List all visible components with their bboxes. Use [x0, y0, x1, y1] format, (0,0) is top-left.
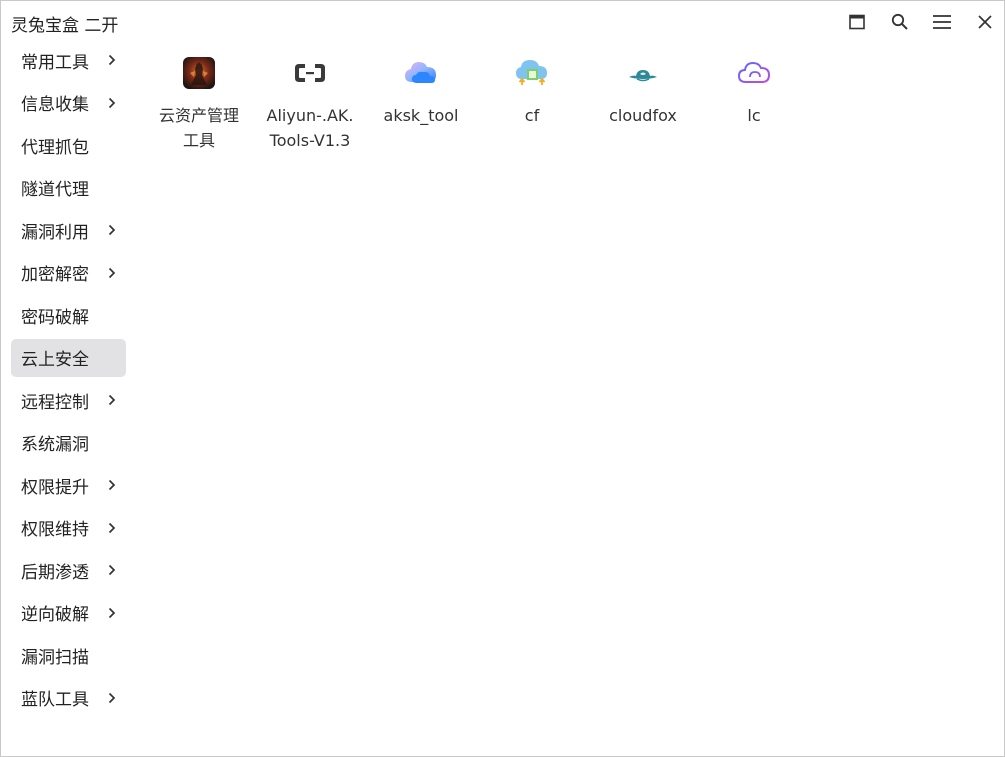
sidebar-item[interactable]: 漏洞扫描 [11, 636, 126, 674]
sidebar-item[interactable]: 漏洞利用 [11, 211, 126, 249]
maximize-button[interactable] [843, 9, 871, 35]
sidebar-item-label: 常用工具 [21, 52, 89, 73]
sidebar-item-label: 信息收集 [21, 95, 89, 115]
sidebar-item[interactable]: 隧道代理 [11, 169, 126, 207]
chevron-right-icon [108, 564, 116, 576]
aliyun-logo-icon [295, 64, 325, 82]
chevron-right-icon [108, 479, 116, 491]
fox-cloud-icon [629, 70, 657, 82]
sidebar-item-label: 远程控制 [21, 392, 89, 413]
sidebar-item[interactable]: 密码破解 [11, 296, 126, 334]
app-item-lc[interactable]: lc [699, 49, 809, 128]
sidebar-item[interactable]: 系统漏洞 [11, 424, 126, 462]
app-label: Aliyun-.AK.Tools-V1.3 [266, 106, 354, 150]
sidebar-item[interactable]: 信息收集 [11, 84, 126, 122]
maximize-icon [849, 14, 865, 30]
sidebar-item-label: 系统漏洞 [21, 435, 89, 455]
titlebar: 灵兔宝盒 二开 [1, 1, 1004, 43]
sidebar-item-label: 逆向破解 [21, 605, 89, 625]
app-item-cloudfox[interactable]: cloudfox [588, 49, 698, 128]
sidebar-item-label: 代理抓包 [21, 137, 89, 158]
sidebar-item-label: 蓝队工具 [21, 690, 89, 710]
window-title: 灵兔宝盒 二开 [11, 16, 119, 36]
sidebar-item-label: 漏洞利用 [21, 222, 89, 243]
search-button[interactable] [886, 9, 914, 35]
chevron-right-icon [108, 394, 116, 406]
sidebar-item[interactable]: 逆向破解 [11, 594, 126, 632]
app-label: cloudfox [609, 106, 677, 125]
sidebar-item[interactable]: 蓝队工具 [11, 679, 126, 717]
sidebar-item-label: 漏洞扫描 [21, 647, 89, 668]
sidebar-item-label: 后期渗透 [21, 562, 89, 583]
sidebar-item[interactable]: 常用工具 [11, 41, 126, 79]
search-icon [891, 13, 908, 30]
sidebar-item-label: 云上安全 [21, 350, 89, 370]
app-item-cf[interactable]: cf [477, 49, 587, 128]
chevron-right-icon [108, 97, 116, 108]
sidebar-item[interactable]: 代理抓包 [11, 126, 126, 164]
app-label: lc [747, 106, 761, 125]
sidebar-item-label: 密码破解 [21, 307, 89, 328]
cloud-icon [405, 62, 436, 83]
chevron-right-icon [108, 267, 116, 278]
chevron-right-icon [108, 224, 116, 236]
sidebar: 常用工具信息收集代理抓包隧道代理漏洞利用加密解密密码破解云上安全远程控制系统漏洞… [11, 41, 126, 721]
app-item-cloud-asset-manager[interactable]: 云资产管理工具 [144, 49, 254, 153]
cloud-outline-icon [737, 61, 771, 83]
chevron-right-icon [108, 522, 116, 533]
sidebar-item[interactable]: 云上安全 [11, 338, 126, 377]
app-item-aliyun-ak-tools[interactable]: Aliyun-.AK.Tools-V1.3 [255, 49, 365, 153]
sidebar-item[interactable]: 远程控制 [11, 381, 126, 419]
chevron-right-icon [108, 54, 116, 66]
sidebar-item-label: 加密解密 [21, 265, 89, 285]
app-label: cf [524, 106, 540, 125]
chevron-right-icon [108, 607, 116, 618]
sidebar-item-label: 权限提升 [21, 477, 89, 498]
app-window: 灵兔宝盒 二开 常用工具 信息收集 代理抓包 隧道代理 漏洞利用 加密解密 密码… [0, 0, 1005, 757]
app-label: 云资产管理工具 [158, 106, 239, 150]
app-item-aksk-tool[interactable]: aksk_tool [366, 49, 476, 128]
sidebar-item-label: 权限维持 [21, 520, 89, 540]
sidebar-item[interactable]: 后期渗透 [11, 551, 126, 589]
sidebar-item-label: 隧道代理 [21, 180, 89, 200]
cloud-upload-icon [516, 60, 547, 85]
sidebar-item[interactable]: 加密解密 [11, 254, 126, 292]
sidebar-item[interactable]: 权限维持 [11, 509, 126, 547]
close-icon [978, 15, 992, 29]
menu-button[interactable] [928, 9, 956, 35]
app-label: aksk_tool [383, 106, 459, 125]
game-character-icon [183, 57, 215, 89]
sidebar-item[interactable]: 权限提升 [11, 466, 126, 504]
menu-icon [933, 15, 951, 29]
chevron-right-icon [108, 692, 116, 703]
close-button[interactable] [971, 9, 999, 35]
